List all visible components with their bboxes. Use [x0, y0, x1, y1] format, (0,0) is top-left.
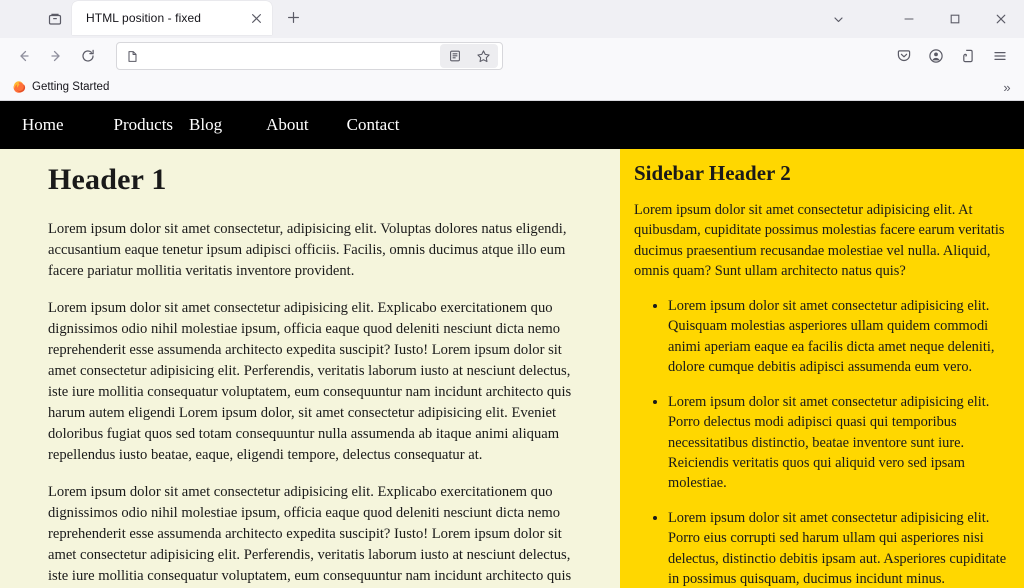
close-button[interactable]: [978, 0, 1024, 38]
account-icon[interactable]: [920, 42, 952, 70]
reload-button[interactable]: [72, 42, 104, 70]
back-button[interactable]: [8, 42, 40, 70]
navigation-toolbar: [0, 38, 1024, 74]
nav-link-contact[interactable]: Contact: [347, 115, 400, 135]
firefox-icon: [12, 80, 26, 94]
main-content-column: Header 1 Lorem ipsum dolor sit amet cons…: [0, 149, 620, 588]
toolbar-right-buttons: [888, 42, 1016, 70]
sidebar-column: Sidebar Header 2 Lorem ipsum dolor sit a…: [620, 149, 1024, 588]
minimize-button[interactable]: [886, 0, 932, 38]
list-all-tabs-button[interactable]: [38, 4, 72, 34]
nav-link-products[interactable]: Products: [114, 115, 174, 135]
content-paragraph-3: Lorem ipsum dolor sit amet consectetur a…: [48, 484, 572, 584]
sidebar-header: Sidebar Header 2: [634, 161, 791, 185]
tab-title: HTML position - fixed: [86, 11, 202, 25]
content-header-1: Header 1: [48, 163, 167, 196]
content-paragraph-1: Lorem ipsum dolor sit amet consectetur, …: [48, 221, 567, 279]
list-item: Lorem ipsum dolor sit amet consectetur a…: [668, 296, 1010, 378]
nav-link-home[interactable]: Home: [22, 115, 64, 135]
close-icon[interactable]: [246, 8, 266, 28]
browser-window: HTML position - fixed Getting Started » …: [0, 0, 1024, 588]
bookmarks-overflow-icon[interactable]: »: [996, 76, 1018, 98]
page-document-icon: [121, 46, 143, 66]
nav-link-about[interactable]: About: [266, 115, 309, 135]
bookmarks-toolbar: Getting Started »: [0, 74, 1024, 101]
url-input[interactable]: [143, 49, 436, 63]
reader-mode-icon[interactable]: [441, 44, 469, 68]
window-controls: [818, 0, 1024, 38]
maximize-button[interactable]: [932, 0, 978, 38]
browser-tab[interactable]: HTML position - fixed: [72, 1, 272, 35]
bookmark-star-icon[interactable]: [469, 44, 497, 68]
extensions-icon[interactable]: [952, 42, 984, 70]
tab-strip: HTML position - fixed: [0, 0, 1024, 38]
sidebar-list: Lorem ipsum dolor sit amet consectetur a…: [634, 296, 1010, 588]
address-bar[interactable]: [116, 42, 503, 70]
page-viewport: Home Products Blog About Contact Header …: [0, 101, 1024, 588]
list-item: Lorem ipsum dolor sit amet consectetur a…: [668, 392, 1010, 494]
application-menu-icon[interactable]: [984, 42, 1016, 70]
nav-link-blog[interactable]: Blog: [189, 115, 222, 135]
list-item: Lorem ipsum dolor sit amet consectetur a…: [668, 508, 1010, 588]
new-tab-button[interactable]: [278, 3, 308, 33]
sidebar-paragraph: Lorem ipsum dolor sit amet consectetur a…: [634, 202, 1005, 280]
address-bar-actions: [440, 44, 498, 68]
bookmark-item-getting-started[interactable]: Getting Started: [6, 78, 115, 96]
chevron-down-icon[interactable]: [818, 0, 858, 38]
content-paragraph-2: Lorem ipsum dolor sit amet consectetur a…: [48, 300, 572, 463]
pocket-icon[interactable]: [888, 42, 920, 70]
bookmark-label: Getting Started: [32, 81, 110, 93]
tab-strip-left: HTML position - fixed: [0, 0, 308, 38]
page-body: Header 1 Lorem ipsum dolor sit amet cons…: [0, 149, 1024, 588]
forward-button[interactable]: [40, 42, 72, 70]
site-navigation-bar: Home Products Blog About Contact: [0, 101, 1024, 149]
